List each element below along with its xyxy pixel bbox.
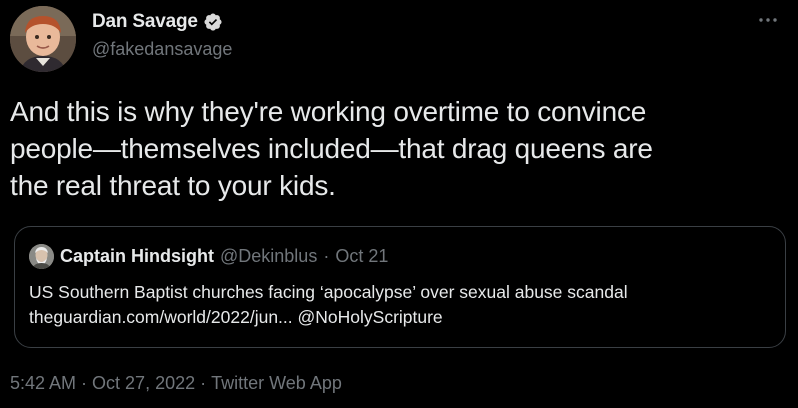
tweet-text-line: And this is why they're working overtime…	[10, 96, 647, 127]
quoted-tweet-date: Oct 21	[335, 246, 389, 266]
avatar-photo-icon	[10, 6, 76, 72]
tweet-text-line: the real threat to your kids.	[10, 170, 336, 201]
author-avatar[interactable]	[10, 6, 76, 72]
name-row: Dan Savage	[92, 10, 232, 34]
tweet-text-line: people—themselves included—that drag que…	[10, 133, 653, 164]
verified-badge-icon	[203, 12, 223, 32]
quoted-tweet-card[interactable]: Captain Hindsight @Dekinblus · Oct 21 US…	[14, 226, 786, 348]
tweet: Dan Savage @fakedansavage And this is wh…	[0, 0, 798, 408]
author-display-name[interactable]: Dan Savage	[92, 11, 198, 33]
tweet-header: Dan Savage @fakedansavage	[92, 10, 232, 60]
quoted-tweet-line: US Southern Baptist churches facing ‘apo…	[29, 282, 628, 302]
more-horizontal-icon[interactable]	[756, 10, 780, 30]
tweet-source[interactable]: Twitter Web App	[211, 373, 342, 393]
author-handle[interactable]: @fakedansavage	[92, 39, 232, 60]
quoted-tweet-header: Captain Hindsight @Dekinblus · Oct 21	[29, 244, 388, 269]
quoted-author-avatar	[29, 244, 54, 269]
quoted-separator: ·	[323, 246, 330, 266]
tweet-meta: 5:42 AM · Oct 27, 2022 · Twitter Web App	[10, 372, 342, 394]
tweet-time[interactable]: 5:42 AM	[10, 373, 76, 393]
quoted-author-display-name: Captain Hindsight	[60, 246, 214, 266]
quoted-tweet-line: theguardian.com/world/2022/jun... @NoHol…	[29, 307, 443, 327]
meta-separator: ·	[200, 372, 207, 393]
tweet-text: And this is why they're working overtime…	[10, 93, 790, 204]
quoted-tweet-body: US Southern Baptist churches facing ‘apo…	[29, 280, 773, 330]
meta-separator: ·	[81, 372, 88, 393]
quoted-avatar-photo-icon	[29, 244, 54, 269]
tweet-date[interactable]: Oct 27, 2022	[92, 373, 195, 393]
quoted-author-handle: @Dekinblus	[220, 246, 318, 266]
